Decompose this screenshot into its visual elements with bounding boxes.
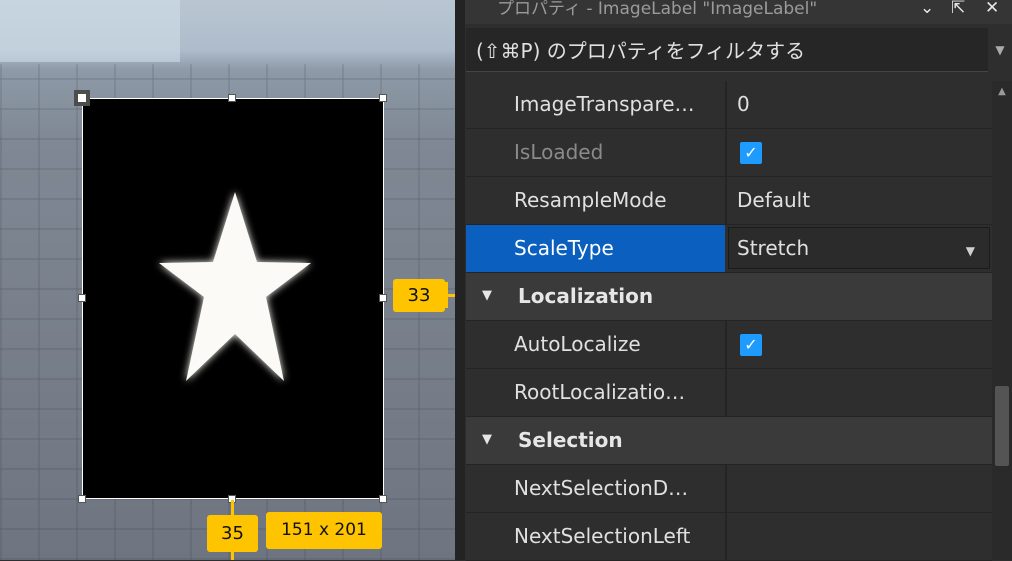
- category-name: Selection: [518, 428, 623, 452]
- column-divider: [725, 369, 727, 416]
- column-divider: [725, 513, 727, 560]
- property-value[interactable]: Default: [737, 188, 810, 212]
- property-row-image-transparency[interactable]: ImageTranspare… 0: [466, 81, 992, 129]
- category-selection[interactable]: ▼ Selection: [466, 417, 992, 465]
- column-divider[interactable]: [725, 81, 727, 128]
- distance-guide-tick: [445, 282, 448, 308]
- selection-corner-handle[interactable]: [74, 90, 90, 106]
- chevron-down-icon[interactable]: ▼: [966, 244, 975, 258]
- panel-splitter[interactable]: [455, 0, 465, 560]
- property-name: ResampleMode: [514, 188, 667, 212]
- close-icon[interactable]: ✕: [985, 0, 999, 18]
- filter-placeholder: (⇧⌘P) のプロパティをフィルタする: [476, 39, 806, 63]
- property-row-is-loaded[interactable]: IsLoaded ✓: [466, 129, 992, 177]
- column-divider: [725, 177, 727, 224]
- property-value[interactable]: Stretch: [737, 236, 809, 260]
- viewport[interactable]: 33 35 151 x 201: [0, 0, 455, 560]
- collapse-triangle-icon[interactable]: ▼: [482, 288, 492, 303]
- chevron-down-icon[interactable]: ⌄: [920, 0, 934, 18]
- resize-handle-left[interactable]: [78, 294, 86, 302]
- size-badge: 151 x 201: [266, 512, 382, 549]
- properties-scrollbar[interactable]: ▲: [992, 81, 1012, 560]
- star-icon: [159, 192, 311, 381]
- property-name: ScaleType: [514, 236, 614, 260]
- column-divider: [725, 129, 727, 176]
- sky-haze: [0, 0, 180, 62]
- scroll-up-arrow-icon[interactable]: ▲: [992, 81, 1012, 103]
- column-divider: [725, 321, 727, 368]
- distance-badge-bottom: 35: [207, 515, 258, 552]
- property-list: ImageTranspare… 0 IsLoaded ✓ ResampleMod…: [466, 81, 992, 561]
- resize-handle-bottom-left[interactable]: [78, 495, 86, 503]
- property-filter-input[interactable]: (⇧⌘P) のプロパティをフィルタする ▼: [466, 28, 1012, 72]
- property-name: RootLocalizatio…: [514, 380, 686, 404]
- image-label[interactable]: [82, 98, 384, 499]
- checkmark-icon: ✓: [740, 142, 762, 164]
- distance-badge-right: 33: [393, 279, 445, 312]
- panel-title-bar: プロパティ - ImageLabel "ImageLabel" ⌄ ⇱ ✕: [465, 0, 1012, 24]
- collapse-triangle-icon[interactable]: ▼: [482, 432, 492, 447]
- property-name: NextSelectionLeft: [514, 524, 691, 548]
- category-name: Localization: [518, 284, 654, 308]
- category-localization[interactable]: ▼ Localization: [466, 273, 992, 321]
- resize-handle-top-right[interactable]: [379, 94, 387, 102]
- property-row-next-selection-left[interactable]: NextSelectionLeft: [466, 513, 992, 561]
- property-row-root-localization[interactable]: RootLocalizatio…: [466, 369, 992, 417]
- property-name: ImageTranspare…: [514, 92, 695, 116]
- checkmark-icon[interactable]: ✓: [740, 334, 762, 356]
- resize-handle-right[interactable]: [379, 294, 387, 302]
- resize-handle-bottom-right[interactable]: [379, 495, 387, 503]
- property-row-auto-localize[interactable]: AutoLocalize ✓: [466, 321, 992, 369]
- filter-dropdown-icon[interactable]: ▼: [988, 28, 1012, 72]
- column-divider: [725, 465, 727, 512]
- property-name: IsLoaded: [514, 140, 604, 164]
- property-row-resample-mode[interactable]: ResampleMode Default: [466, 177, 992, 225]
- property-value[interactable]: 0: [737, 92, 750, 116]
- property-row-next-selection-down[interactable]: NextSelectionD…: [466, 465, 992, 513]
- panel-title: プロパティ - ImageLabel "ImageLabel": [497, 0, 818, 19]
- expand-icon[interactable]: ⇱: [951, 0, 965, 18]
- resize-handle-top[interactable]: [228, 94, 236, 102]
- property-name: NextSelectionD…: [514, 476, 689, 500]
- property-row-scale-type[interactable]: ScaleType ▼ Stretch: [466, 225, 992, 273]
- property-name: AutoLocalize: [514, 332, 641, 356]
- scroll-thumb[interactable]: [995, 386, 1009, 466]
